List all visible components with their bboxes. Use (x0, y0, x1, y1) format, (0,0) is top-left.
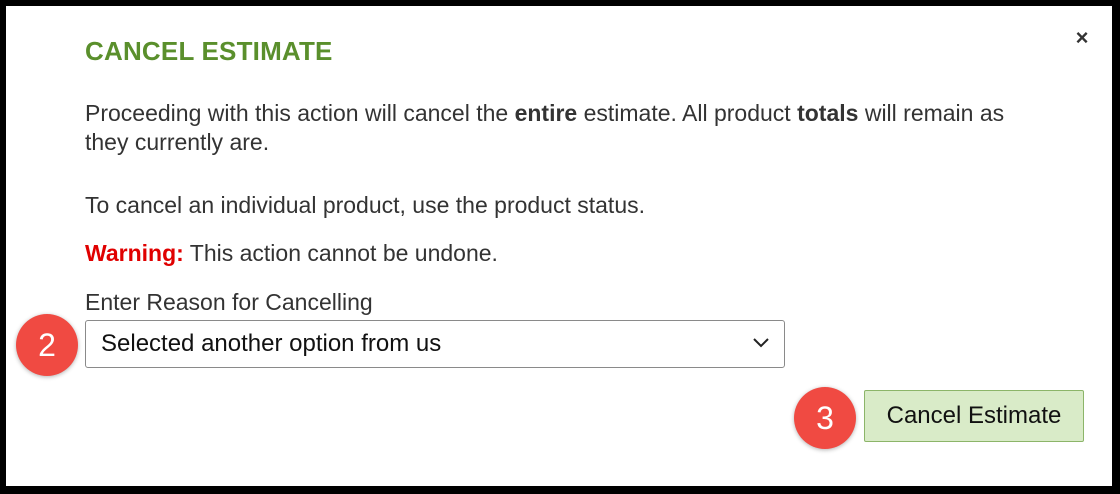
description-text: estimate. All product (577, 100, 798, 126)
reason-select[interactable]: Selected another option from us (85, 320, 785, 368)
description-emphasis: totals (797, 100, 859, 126)
description-text: Proceeding with this action will cancel … (85, 100, 515, 126)
cancel-estimate-dialog: CANCEL ESTIMATE × Proceeding with this a… (6, 6, 1112, 486)
step-badge-2: 2 (16, 314, 78, 376)
warning-text: This action cannot be undone. (183, 240, 498, 266)
reason-label: Enter Reason for Cancelling (85, 289, 373, 315)
cancel-estimate-button[interactable]: Cancel Estimate (864, 390, 1084, 442)
warning-message: Warning: This action cannot be undone. (85, 239, 1045, 268)
individual-product-note: To cancel an individual product, use the… (85, 192, 646, 218)
dialog-description: Proceeding with this action will cancel … (85, 99, 1045, 157)
dialog-title: CANCEL ESTIMATE (85, 36, 333, 66)
description-emphasis: entire (514, 100, 578, 126)
warning-label: Warning: (85, 240, 184, 266)
reason-selected-value: Selected another option from us (101, 330, 442, 357)
close-icon[interactable]: × (1070, 26, 1094, 50)
step-badge-3: 3 (794, 387, 856, 449)
chevron-down-icon (753, 338, 769, 348)
